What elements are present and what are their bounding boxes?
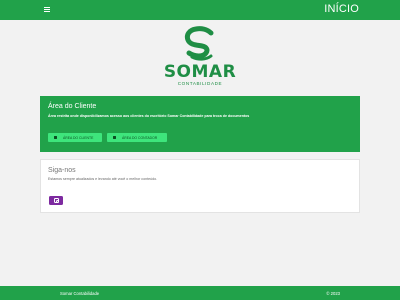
area-do-contador-button[interactable]: ÁREA DO CONTADOR (107, 133, 167, 142)
siga-nos-description: Estamos sempre atualizados e levando até… (48, 177, 158, 181)
area-cliente-description: Área restrita onde disponibilizamos aces… (48, 114, 250, 118)
brand-logo: SOMAR CONTABILIDADE (160, 26, 240, 92)
hamburger-icon[interactable] (44, 7, 50, 12)
brand-subtitle: CONTABILIDADE (177, 81, 223, 86)
footer-copyright: © 2023 (326, 291, 340, 296)
footer-company: Somar Contabilidade (60, 291, 100, 296)
nav-inicio-link[interactable]: INÍCIO (324, 3, 359, 15)
area-do-contador-label: ÁREA DO CONTADOR (122, 135, 158, 140)
footer: Somar Contabilidade © 2023 (0, 286, 400, 300)
instagram-button[interactable] (49, 196, 63, 205)
siga-nos-card: Siga-nos Estamos sempre atualizados e le… (40, 159, 360, 213)
area-do-cliente-button[interactable]: ÁREA DO CLIENTE (48, 133, 102, 142)
siga-nos-title: Siga-nos (48, 167, 76, 174)
area-do-cliente-label: ÁREA DO CLIENTE (63, 135, 94, 140)
instagram-icon (53, 198, 59, 204)
somar-s-logo-icon (184, 26, 214, 61)
area-cliente-title: Área do Cliente (48, 103, 97, 110)
lock-icon (54, 136, 57, 139)
area-cliente-card: Área do Cliente Área restrita onde dispo… (40, 96, 360, 152)
area-buttons: ÁREA DO CLIENTE ÁREA DO CONTADOR (48, 133, 167, 142)
lock-icon (113, 136, 116, 139)
top-navbar: INÍCIO (0, 0, 400, 20)
brand-name: SOMAR (163, 62, 237, 82)
